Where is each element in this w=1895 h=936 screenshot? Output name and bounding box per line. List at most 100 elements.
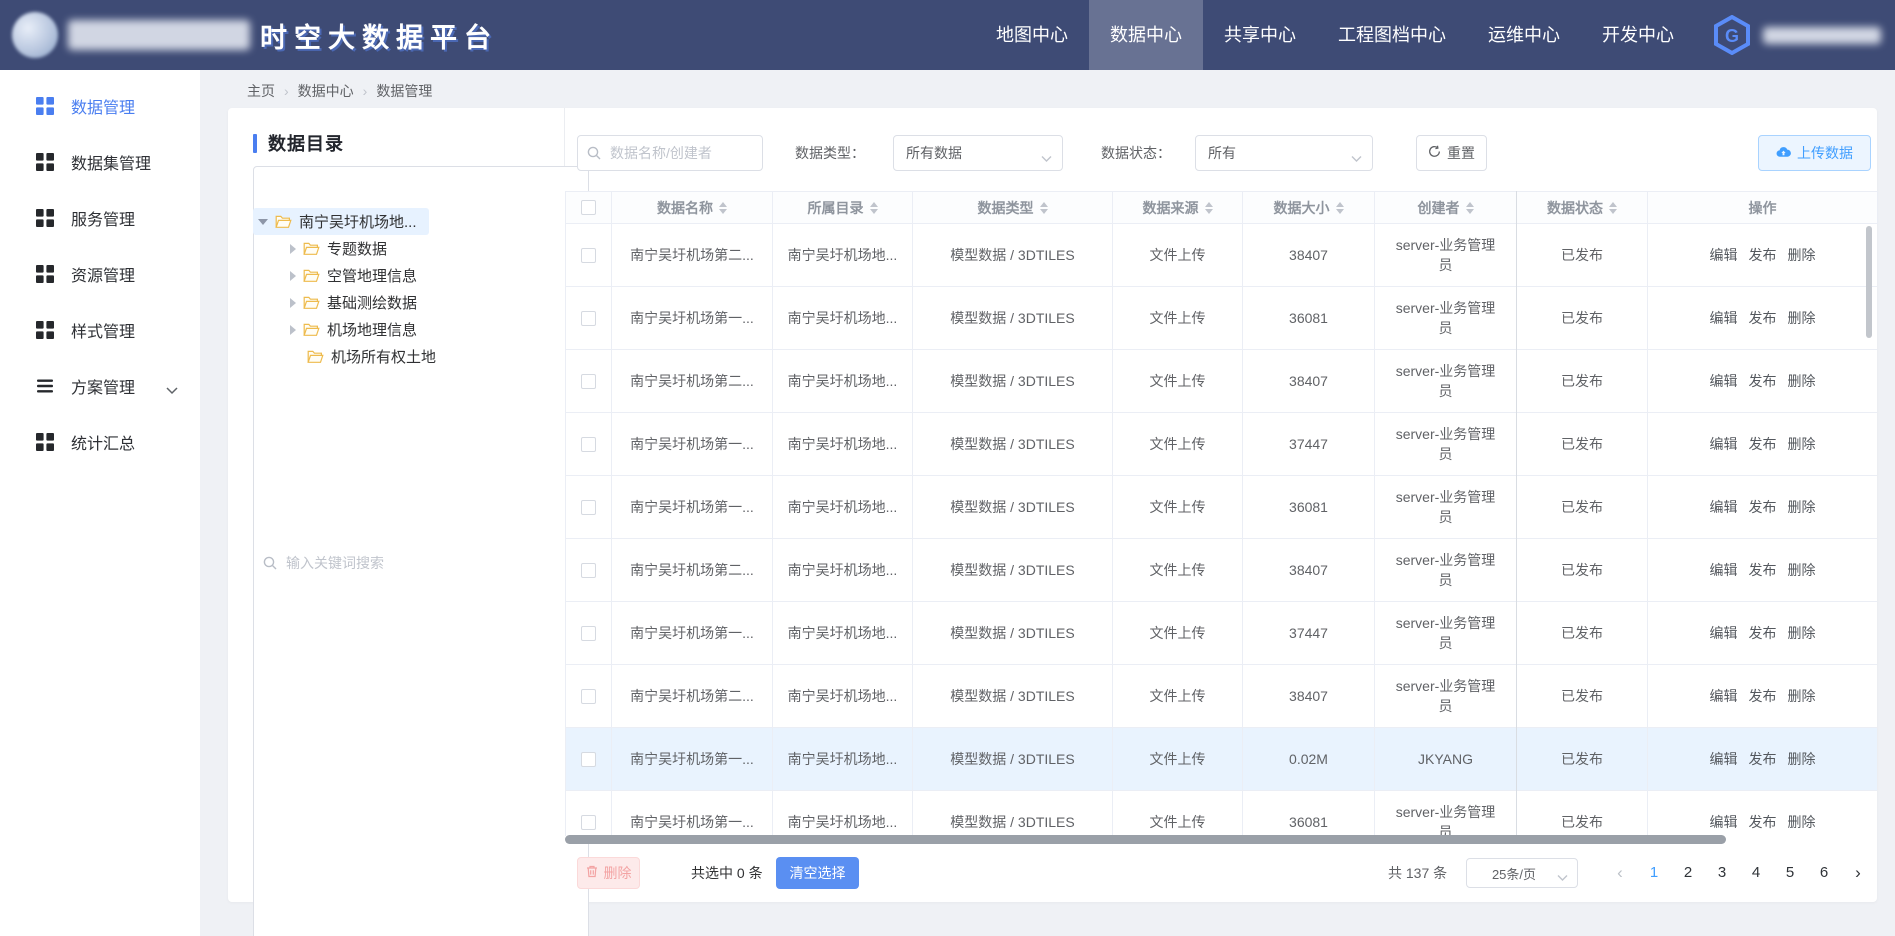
horizontal-scrollbar[interactable] xyxy=(565,835,1726,844)
breadcrumb-item-0[interactable]: 主页 xyxy=(247,81,275,101)
action-publish[interactable]: 发布 xyxy=(1749,560,1777,580)
action-delete[interactable]: 删除 xyxy=(1788,371,1816,391)
action-edit[interactable]: 编辑 xyxy=(1710,686,1738,706)
action-edit[interactable]: 编辑 xyxy=(1710,749,1738,769)
breadcrumb-item-1[interactable]: 数据中心 xyxy=(298,81,354,101)
sidebar-item-plan-management[interactable]: 方案管理 xyxy=(0,358,200,414)
status-select[interactable]: 所有 xyxy=(1195,135,1373,171)
action-edit[interactable]: 编辑 xyxy=(1710,560,1738,580)
action-edit[interactable]: 编辑 xyxy=(1710,245,1738,265)
action-delete[interactable]: 删除 xyxy=(1788,623,1816,643)
column-header-source[interactable]: 数据来源 xyxy=(1113,192,1243,224)
action-publish[interactable]: 发布 xyxy=(1749,497,1777,517)
sort-icon[interactable] xyxy=(719,202,727,214)
sort-icon[interactable] xyxy=(870,202,878,214)
page-5[interactable]: 5 xyxy=(1777,857,1803,889)
sidebar-item-resource-management[interactable]: 资源管理 xyxy=(0,246,200,302)
table-row[interactable]: 南宁吴圩机场第二...南宁吴圩机场地...模型数据 / 3DTILES文件上传3… xyxy=(566,665,1877,728)
action-delete[interactable]: 删除 xyxy=(1788,560,1816,580)
sidebar-item-service-management[interactable]: 服务管理 xyxy=(0,190,200,246)
row-checkbox[interactable] xyxy=(581,374,596,389)
platform-logo-icon[interactable]: G xyxy=(1713,15,1751,55)
table-search-input[interactable] xyxy=(577,135,763,171)
tree-expand-caret[interactable] xyxy=(258,219,268,225)
action-edit[interactable]: 编辑 xyxy=(1710,497,1738,517)
action-publish[interactable]: 发布 xyxy=(1749,308,1777,328)
action-delete[interactable]: 删除 xyxy=(1788,812,1816,832)
action-edit[interactable]: 编辑 xyxy=(1710,434,1738,454)
row-checkbox[interactable] xyxy=(581,563,596,578)
row-checkbox[interactable] xyxy=(581,500,596,515)
upload-data-button[interactable]: 上传数据 xyxy=(1758,135,1871,171)
page-3[interactable]: 3 xyxy=(1709,857,1735,889)
row-checkbox[interactable] xyxy=(581,689,596,704)
column-header-name[interactable]: 数据名称 xyxy=(612,192,773,224)
nav-item-data-center[interactable]: 数据中心 xyxy=(1089,0,1203,70)
action-delete[interactable]: 删除 xyxy=(1788,497,1816,517)
table-row[interactable]: 南宁吴圩机场第一...南宁吴圩机场地...模型数据 / 3DTILES文件上传3… xyxy=(566,476,1877,539)
nav-item-project-archive-center[interactable]: 工程图档中心 xyxy=(1317,0,1467,70)
action-delete[interactable]: 删除 xyxy=(1788,245,1816,265)
tree-collapse-caret[interactable] xyxy=(290,325,296,335)
tree-node[interactable]: 机场所有权土地 xyxy=(248,343,554,370)
type-select[interactable]: 所有数据 xyxy=(893,135,1063,171)
nav-item-dev-center[interactable]: 开发中心 xyxy=(1581,0,1695,70)
clear-selection-button[interactable]: 清空选择 xyxy=(776,857,859,889)
reset-button[interactable]: 重置 xyxy=(1416,135,1487,171)
page-2[interactable]: 2 xyxy=(1675,857,1701,889)
sort-icon[interactable] xyxy=(1466,202,1474,214)
column-header-status[interactable]: 数据状态 xyxy=(1517,192,1648,224)
vertical-scrollbar[interactable] xyxy=(1866,226,1872,338)
tree-node[interactable]: 空管地理信息 xyxy=(248,262,554,289)
action-publish[interactable]: 发布 xyxy=(1749,749,1777,769)
row-checkbox[interactable] xyxy=(581,626,596,641)
table-row[interactable]: 南宁吴圩机场第二...南宁吴圩机场地...模型数据 / 3DTILES文件上传3… xyxy=(566,539,1877,602)
select-all-checkbox[interactable] xyxy=(581,200,596,215)
action-publish[interactable]: 发布 xyxy=(1749,686,1777,706)
sort-icon[interactable] xyxy=(1609,202,1617,214)
row-checkbox[interactable] xyxy=(581,437,596,452)
redacted-username[interactable] xyxy=(1763,27,1881,44)
row-checkbox[interactable] xyxy=(581,815,596,830)
column-header-type[interactable]: 数据类型 xyxy=(913,192,1113,224)
tree-node[interactable]: 基础测绘数据 xyxy=(248,289,554,316)
sort-icon[interactable] xyxy=(1040,202,1048,214)
table-row[interactable]: 南宁吴圩机场第一...南宁吴圩机场地...模型数据 / 3DTILES文件上传3… xyxy=(566,791,1877,836)
tree-collapse-caret[interactable] xyxy=(290,244,296,254)
action-edit[interactable]: 编辑 xyxy=(1710,308,1738,328)
row-checkbox[interactable] xyxy=(581,248,596,263)
tree-node[interactable]: 机场地理信息 xyxy=(248,316,554,343)
table-row[interactable]: 南宁吴圩机场第一...南宁吴圩机场地...模型数据 / 3DTILES文件上传3… xyxy=(566,602,1877,665)
nav-item-share-center[interactable]: 共享中心 xyxy=(1203,0,1317,70)
table-row[interactable]: 南宁吴圩机场第二...南宁吴圩机场地...模型数据 / 3DTILES文件上传3… xyxy=(566,224,1877,287)
action-edit[interactable]: 编辑 xyxy=(1710,623,1738,643)
page-size-select[interactable]: 25条/页 xyxy=(1466,858,1578,888)
action-publish[interactable]: 发布 xyxy=(1749,812,1777,832)
action-publish[interactable]: 发布 xyxy=(1749,245,1777,265)
table-row[interactable]: 南宁吴圩机场第一...南宁吴圩机场地...模型数据 / 3DTILES文件上传3… xyxy=(566,413,1877,476)
table-row[interactable]: 南宁吴圩机场第二...南宁吴圩机场地...模型数据 / 3DTILES文件上传3… xyxy=(566,350,1877,413)
action-delete[interactable]: 删除 xyxy=(1788,749,1816,769)
next-page-button[interactable]: › xyxy=(1845,857,1871,889)
sidebar-item-data-management[interactable]: 数据管理 xyxy=(0,78,200,134)
sort-icon[interactable] xyxy=(1336,202,1344,214)
column-header-size[interactable]: 数据大小 xyxy=(1243,192,1375,224)
action-edit[interactable]: 编辑 xyxy=(1710,812,1738,832)
tree-collapse-caret[interactable] xyxy=(290,271,296,281)
row-checkbox[interactable] xyxy=(581,752,596,767)
sidebar-item-dataset-management[interactable]: 数据集管理 xyxy=(0,134,200,190)
action-publish[interactable]: 发布 xyxy=(1749,371,1777,391)
page-1[interactable]: 1 xyxy=(1641,857,1667,889)
table-row[interactable]: 南宁吴圩机场第一...南宁吴圩机场地...模型数据 / 3DTILES文件上传3… xyxy=(566,287,1877,350)
action-edit[interactable]: 编辑 xyxy=(1710,371,1738,391)
page-6[interactable]: 6 xyxy=(1811,857,1837,889)
column-header-creator[interactable]: 创建者 xyxy=(1375,192,1517,224)
row-checkbox[interactable] xyxy=(581,311,596,326)
sidebar-item-style-management[interactable]: 样式管理 xyxy=(0,302,200,358)
prev-page-button[interactable]: ‹ xyxy=(1607,857,1633,889)
sidebar-item-statistics-summary[interactable]: 统计汇总 xyxy=(0,414,200,470)
nav-item-map-center[interactable]: 地图中心 xyxy=(975,0,1089,70)
action-delete[interactable]: 删除 xyxy=(1788,434,1816,454)
page-4[interactable]: 4 xyxy=(1743,857,1769,889)
action-publish[interactable]: 发布 xyxy=(1749,623,1777,643)
